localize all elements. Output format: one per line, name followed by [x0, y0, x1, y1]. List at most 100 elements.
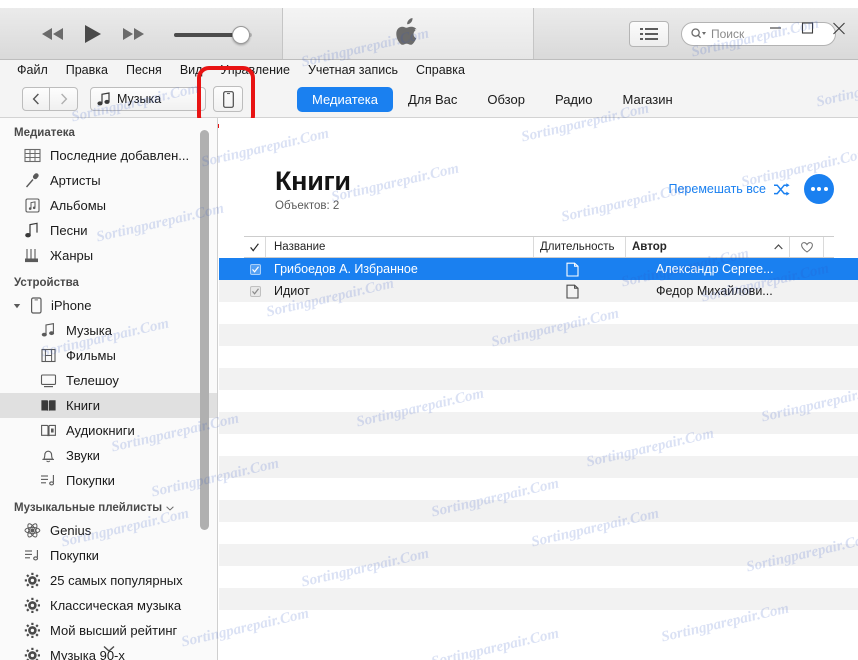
back-button[interactable] [22, 87, 50, 111]
sidebar-item-label: Песни [50, 223, 88, 238]
sidebar-item-25-самых-популярных[interactable]: 25 самых популярных [0, 568, 217, 593]
sidebar-item-label: Фильмы [66, 348, 116, 363]
sidebar: Медиатека Последние добавлен... Артисты Аль… [0, 118, 218, 660]
more-dot [810, 187, 815, 191]
bell-icon [40, 447, 57, 464]
column-header-duration[interactable]: Длительность [534, 237, 626, 257]
sidebar-item-артисты[interactable]: Артисты [0, 168, 217, 193]
book-file-icon [566, 262, 579, 277]
sidebar-section-label: Устройства [14, 277, 79, 289]
menu-item-управление[interactable]: Управление [211, 60, 299, 81]
sidebar-scroll-down-icon[interactable] [103, 640, 115, 658]
table-row[interactable]: Грибоедов А. Избранное Александр Сергее..… [219, 258, 858, 280]
more-options-button[interactable] [804, 174, 834, 204]
tab-bar: Медиатека Для Вас Обзор Радио Магазин [297, 81, 688, 118]
menu-item-песня[interactable]: Песня [117, 60, 171, 81]
row-checkbox[interactable] [244, 258, 266, 280]
table-empty-row [219, 390, 858, 412]
row-name-text: Идиот [274, 284, 310, 298]
row-name: Идиот [266, 280, 558, 302]
table-empty-row [219, 412, 858, 434]
sidebar-item-iphone[interactable]: iPhone [0, 293, 217, 318]
list-view-button[interactable] [629, 20, 669, 47]
purchases-icon [40, 472, 57, 489]
sidebar-item-label: 25 самых популярных [50, 573, 183, 588]
play-button[interactable] [80, 22, 106, 46]
sidebar-item-label: Мой высший рейтинг [50, 623, 178, 638]
disclosure-triangle-icon[interactable] [12, 302, 22, 310]
history-buttons [22, 87, 78, 111]
sidebar-item-label: iPhone [51, 298, 92, 313]
volume-fill [174, 32, 238, 37]
sidebar-section-музыкальные-плейлисты[interactable]: Музыкальные плейлисты [0, 493, 217, 518]
volume-knob[interactable] [232, 25, 250, 44]
table-empty-row [219, 566, 858, 588]
main-content: Книги Объектов: 2 Перемешать все Названи… [219, 118, 858, 660]
notes-icon [40, 322, 57, 339]
tab-магазин[interactable]: Магазин [608, 87, 688, 112]
sidebar-item-классическая-музыка[interactable]: Классическая музыка [0, 593, 217, 618]
table-empty-row [219, 478, 858, 500]
window-controls [760, 16, 854, 40]
sidebar-item-label: Звуки [66, 448, 100, 463]
apple-logo-icon [396, 18, 417, 45]
sidebar-item-жанры[interactable]: Жанры [0, 243, 217, 268]
sidebar-scrollbar[interactable] [200, 130, 209, 530]
tab-радио[interactable]: Радио [540, 87, 608, 112]
row-author: Федор Михайлови... [656, 284, 773, 298]
row-tail [814, 280, 858, 302]
row-author: Александр Сергее... [656, 262, 774, 276]
maximize-button[interactable] [792, 16, 822, 40]
minimize-button[interactable] [760, 16, 790, 40]
row-tail [814, 258, 858, 280]
sidebar-item-телешоу[interactable]: Телешоу [0, 368, 217, 393]
column-header-author[interactable]: Автор [626, 237, 790, 257]
sidebar-item-песни[interactable]: Песни [0, 218, 217, 243]
tab-медиатека[interactable]: Медиатека [297, 87, 393, 112]
sidebar-item-покупки[interactable]: Покупки [0, 468, 217, 493]
table-row[interactable]: Идиот Федор Михайлови... [219, 280, 858, 302]
table-empty-row [219, 456, 858, 478]
close-button[interactable] [824, 16, 854, 40]
sidebar-item-label: Артисты [50, 173, 101, 188]
sidebar-item-музыка[interactable]: Музыка [0, 318, 217, 343]
menu-item-справка[interactable]: Справка [407, 60, 474, 81]
sidebar-item-label: Музыка [66, 323, 112, 338]
column-header-check[interactable] [244, 237, 266, 257]
search-icon [691, 27, 706, 38]
chevron-down-icon[interactable] [166, 502, 174, 514]
gear-icon [24, 622, 41, 639]
column-header-love[interactable] [790, 237, 824, 257]
title-bar: Поиск [0, 8, 858, 60]
column-header-spacer [824, 237, 834, 257]
library-selector[interactable]: Музыка [90, 87, 206, 111]
fast-forward-button[interactable] [120, 22, 146, 46]
forward-button[interactable] [50, 87, 78, 111]
table-empty-row [219, 544, 858, 566]
sidebar-item-genius[interactable]: Genius [0, 518, 217, 543]
menu-item-вид[interactable]: Вид [171, 60, 212, 81]
sidebar-item-альбомы[interactable]: Альбомы [0, 193, 217, 218]
volume-slider[interactable] [174, 24, 252, 44]
sidebar-item-покупки[interactable]: Покупки [0, 543, 217, 568]
sidebar-item-label: Последние добавлен... [50, 148, 190, 163]
table-empty-row [219, 368, 858, 390]
sidebar-item-label: Genius [50, 523, 92, 538]
row-checkbox[interactable] [244, 280, 266, 302]
sidebar-item-аудиокниги[interactable]: Аудиокниги [0, 418, 217, 443]
menu-item-учетная-запись[interactable]: Учетная запись [299, 60, 407, 81]
shuffle-all-button[interactable]: Перемешать все [668, 182, 790, 196]
menu-item-файл[interactable]: Файл [8, 60, 57, 81]
sidebar-item-книги[interactable]: Книги [0, 393, 217, 418]
gear-icon [24, 572, 41, 589]
sidebar-item-звуки[interactable]: Звуки [0, 443, 217, 468]
menu-item-правка[interactable]: Правка [57, 60, 117, 81]
tab-для-вас[interactable]: Для Вас [393, 87, 472, 112]
sidebar-item-фильмы[interactable]: Фильмы [0, 343, 217, 368]
sidebar-item-последние-добавлен-[interactable]: Последние добавлен... [0, 143, 217, 168]
column-header-name[interactable]: Название [266, 237, 534, 257]
table-empty-row [219, 346, 858, 368]
tab-обзор[interactable]: Обзор [472, 87, 540, 112]
device-button[interactable] [213, 86, 243, 112]
rewind-button[interactable] [40, 22, 66, 46]
